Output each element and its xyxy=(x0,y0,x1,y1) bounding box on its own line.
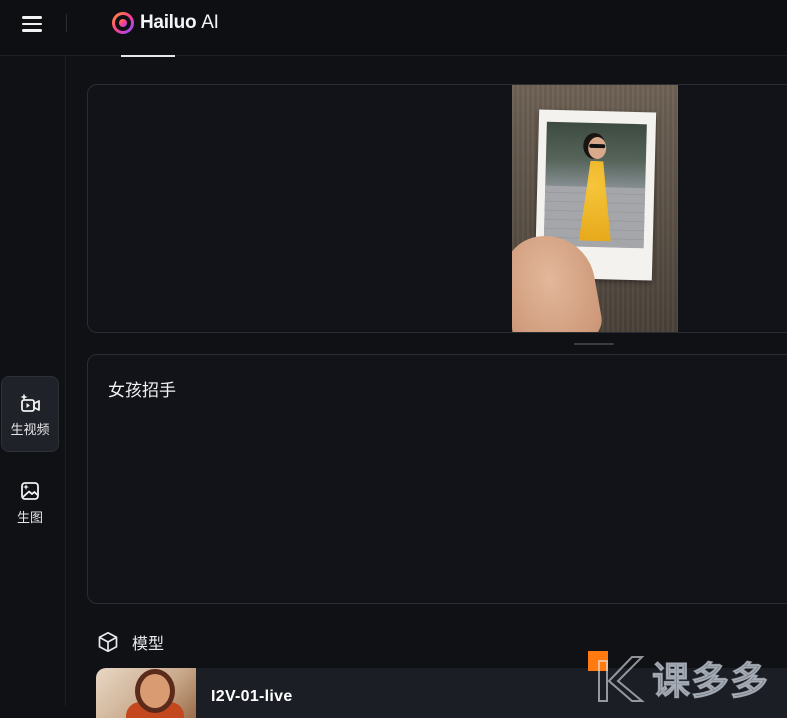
hailuo-logo-icon xyxy=(112,12,134,34)
uploaded-image xyxy=(512,85,678,332)
prompt-text: 女孩招手 xyxy=(108,381,176,401)
watermark-logo-icon xyxy=(588,651,645,702)
topbar-divider xyxy=(66,14,67,32)
cube-icon xyxy=(98,631,118,653)
brand-logo[interactable]: Hailuo AI xyxy=(112,11,219,35)
model-thumbnail xyxy=(96,668,196,718)
model-name: I2V-01-live xyxy=(211,688,293,705)
hamburger-menu-icon[interactable] xyxy=(22,12,52,36)
image-sparkle-icon xyxy=(21,481,39,500)
watermark-text: 课多多 xyxy=(651,658,770,703)
prompt-input[interactable]: 女孩招手 xyxy=(87,354,787,604)
sidebar-item-label: 生图 xyxy=(16,510,43,526)
sidebar: 生视频 生图 xyxy=(0,56,66,706)
image-upload-panel[interactable] xyxy=(87,84,787,333)
brand-name: Hailuo AI xyxy=(140,12,219,33)
model-section-header: 模型 xyxy=(96,630,164,654)
sidebar-item-image[interactable]: 生图 xyxy=(1,464,59,540)
top-bar: Hailuo AI xyxy=(0,0,787,56)
active-tab-indicator xyxy=(121,55,175,57)
sidebar-item-video[interactable]: 生视频 xyxy=(1,376,59,452)
resize-handle[interactable] xyxy=(574,343,614,345)
model-section-title: 模型 xyxy=(132,634,165,653)
sidebar-item-label: 生视频 xyxy=(10,422,50,438)
video-sparkle-icon xyxy=(20,393,40,412)
watermark: 课多多 xyxy=(588,648,787,706)
